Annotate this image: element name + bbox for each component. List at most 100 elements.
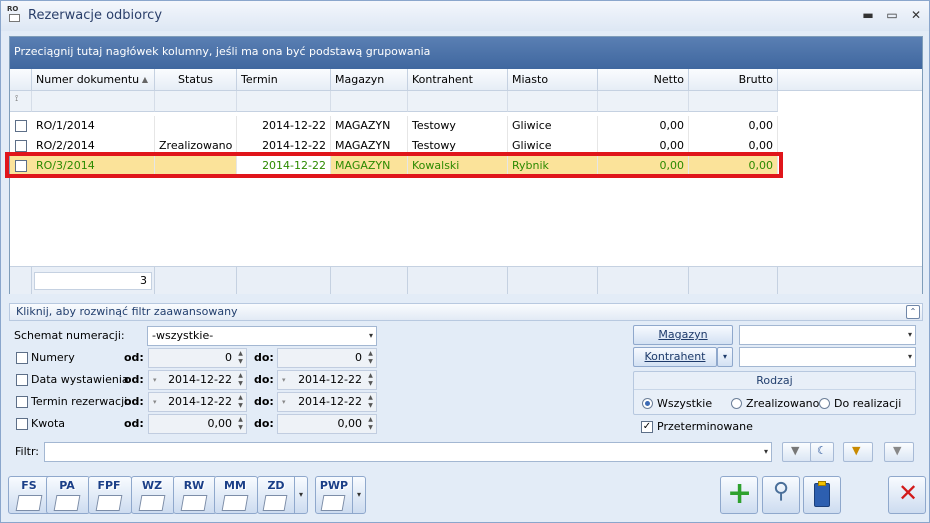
numery-checkbox[interactable] bbox=[16, 352, 28, 364]
cell-numer: RO/1/2014 bbox=[32, 116, 155, 136]
funnel-clear-icon: ▼ bbox=[893, 444, 902, 457]
calendar-dropdown-icon[interactable]: ▾ bbox=[153, 371, 157, 389]
kontrahent-select[interactable]: ▾ bbox=[739, 347, 916, 367]
data-od-input[interactable]: ▾ 2014-12-22 ▲ ▼ bbox=[148, 370, 247, 390]
filter-cell[interactable] bbox=[331, 91, 408, 112]
plus-icon: + bbox=[727, 476, 753, 511]
rw-button[interactable]: RW bbox=[173, 476, 217, 514]
radio-do-realizacji[interactable] bbox=[819, 398, 830, 409]
filter-clear-button[interactable]: ▼ bbox=[884, 442, 914, 462]
add-button[interactable]: + bbox=[720, 476, 758, 514]
col-numer-dokumentu[interactable]: Numer dokumentu ▲ bbox=[32, 69, 155, 91]
pwp-dropdown-button[interactable]: ▾ bbox=[352, 476, 366, 514]
col-netto[interactable]: Netto bbox=[598, 69, 689, 91]
spinner-icon[interactable]: ▲ ▼ bbox=[236, 372, 245, 388]
filtr-input[interactable]: ▾ bbox=[44, 442, 772, 462]
col-brutto[interactable]: Brutto bbox=[689, 69, 778, 91]
kwota-checkbox[interactable] bbox=[16, 418, 28, 430]
footer-count-cell: 3 bbox=[32, 266, 155, 294]
minimize-button[interactable]: ▬ bbox=[858, 6, 878, 24]
filter-row-icon[interactable]: ⟟ bbox=[10, 91, 32, 112]
highlight-box bbox=[5, 152, 783, 178]
pwp-button[interactable]: PWP bbox=[315, 476, 353, 514]
filter-moon-button[interactable]: ☾ bbox=[810, 442, 834, 462]
kwota-od-input[interactable]: 0,00 ▲ ▼ bbox=[148, 414, 247, 434]
data-wystawienia-checkbox[interactable] bbox=[16, 374, 28, 386]
footer-cell bbox=[237, 266, 331, 294]
filter-apply-button[interactable]: ▼ bbox=[782, 442, 812, 462]
spinner-icon[interactable]: ▲ ▼ bbox=[236, 350, 245, 366]
close-window-button[interactable]: ✕ bbox=[888, 476, 926, 514]
termin-do-input[interactable]: ▾ 2014-12-22 ▲ ▼ bbox=[277, 392, 377, 412]
data-do-input[interactable]: ▾ 2014-12-22 ▲ ▼ bbox=[277, 370, 377, 390]
filter-edit-button[interactable]: ▼ bbox=[843, 442, 873, 462]
delete-button[interactable] bbox=[803, 476, 841, 514]
zd-button[interactable]: ZD bbox=[257, 476, 295, 514]
spinner-icon[interactable]: ▲ ▼ bbox=[366, 372, 375, 388]
spinner-icon[interactable]: ▲ ▼ bbox=[366, 350, 375, 366]
radio-zrealizowano[interactable] bbox=[731, 398, 742, 409]
col-termin-rezerwacji[interactable]: Termin rezerwacji bbox=[237, 69, 331, 107]
table-row[interactable]: RO/1/2014 2014-12-22 MAGAZYN Testowy Gli… bbox=[10, 116, 778, 136]
filter-cell[interactable] bbox=[689, 91, 778, 112]
filtr-label: Filtr: bbox=[15, 445, 39, 458]
pa-button[interactable]: PA bbox=[46, 476, 90, 514]
close-button[interactable]: ✕ bbox=[906, 6, 926, 24]
spinner-icon[interactable]: ▲ ▼ bbox=[366, 416, 375, 432]
row-checkbox[interactable] bbox=[15, 120, 27, 132]
od-label: od: bbox=[124, 351, 144, 364]
col-kontrahent[interactable]: Kontrahent bbox=[408, 69, 508, 91]
collapse-icon[interactable]: ⌃ bbox=[906, 305, 920, 319]
filter-cell[interactable] bbox=[598, 91, 689, 112]
spinner-icon[interactable]: ▲ ▼ bbox=[366, 394, 375, 410]
numery-do-input[interactable]: 0 ▲ ▼ bbox=[277, 348, 377, 368]
kwota-do-input[interactable]: 0,00 ▲ ▼ bbox=[277, 414, 377, 434]
data-wystawienia-label: Data wystawienia bbox=[31, 373, 129, 386]
kontrahent-button[interactable]: Kontrahent bbox=[633, 347, 717, 367]
fpf-button[interactable]: FPF bbox=[88, 476, 132, 514]
title-bar: RO Rezerwacje odbiorcy ▬ ▭ ✕ bbox=[1, 1, 929, 31]
wz-button[interactable]: WZ bbox=[131, 476, 175, 514]
mm-button[interactable]: MM bbox=[214, 476, 258, 514]
magazyn-button[interactable]: Magazyn bbox=[633, 325, 733, 345]
calendar-dropdown-icon[interactable]: ▾ bbox=[153, 393, 157, 411]
zd-icon: ZD bbox=[267, 479, 285, 492]
schemat-select[interactable]: -wszystkie- ▾ bbox=[147, 326, 377, 346]
spinner-icon[interactable]: ▲ ▼ bbox=[236, 394, 245, 410]
numery-od-input[interactable]: 0 ▲ ▼ bbox=[148, 348, 247, 368]
footer-cell bbox=[778, 266, 922, 294]
do-label: do: bbox=[254, 373, 274, 386]
footer-cell bbox=[408, 266, 508, 294]
zd-dropdown-button[interactable]: ▾ bbox=[294, 476, 308, 514]
calendar-dropdown-icon[interactable]: ▾ bbox=[282, 393, 286, 411]
magazyn-select[interactable]: ▾ bbox=[739, 325, 916, 345]
filter-cell[interactable] bbox=[508, 91, 598, 112]
termin-checkbox[interactable] bbox=[16, 396, 28, 408]
magnifier-icon: ⚲ bbox=[773, 479, 790, 504]
row-checkbox[interactable] bbox=[15, 140, 27, 152]
chevron-down-icon: ▾ bbox=[907, 352, 912, 361]
calendar-dropdown-icon[interactable]: ▾ bbox=[282, 371, 286, 389]
cell-netto: 0,00 bbox=[598, 116, 689, 136]
radio-wszystkie[interactable] bbox=[642, 398, 653, 409]
col-magazyn[interactable]: Magazyn bbox=[331, 69, 408, 91]
maximize-button[interactable]: ▭ bbox=[882, 6, 902, 24]
document-icon bbox=[262, 495, 288, 511]
termin-od-input[interactable]: ▾ 2014-12-22 ▲ ▼ bbox=[148, 392, 247, 412]
filter-cell[interactable] bbox=[408, 91, 508, 112]
footer-cell bbox=[155, 266, 237, 294]
col-miasto[interactable]: Miasto bbox=[508, 69, 598, 91]
preview-button[interactable]: ⚲ bbox=[762, 476, 800, 514]
przeterminowane-checkbox[interactable]: ✓ bbox=[641, 421, 653, 433]
kontrahent-dropdown-button[interactable]: ▾ bbox=[717, 347, 733, 367]
filter-cell[interactable] bbox=[237, 91, 331, 112]
pa-icon: PA bbox=[59, 479, 75, 492]
document-icon bbox=[138, 495, 166, 511]
spinner-icon[interactable]: ▲ ▼ bbox=[236, 416, 245, 432]
col-status[interactable]: Status bbox=[155, 69, 237, 91]
group-by-area[interactable]: Przeciągnij tutaj nagłówek kolumny, jeśl… bbox=[10, 37, 922, 69]
funnel-icon: ▼ bbox=[791, 444, 800, 457]
advanced-filter-header[interactable]: Kliknij, aby rozwinąć filtr zaawansowany… bbox=[9, 303, 923, 321]
filter-cell[interactable] bbox=[155, 91, 237, 112]
filter-cell[interactable] bbox=[32, 91, 155, 112]
